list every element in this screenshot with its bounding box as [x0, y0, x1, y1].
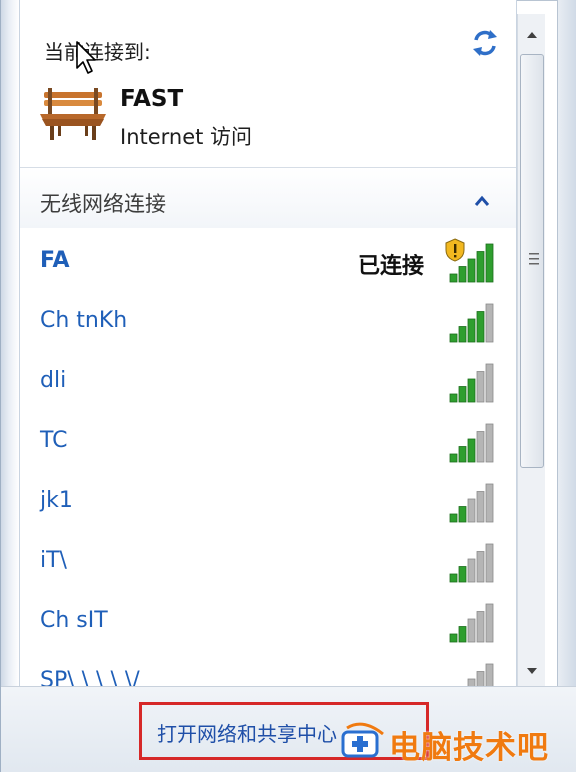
- security-shield-icon: [445, 238, 465, 262]
- network-list-panel: 当前连接到: FAST Internet 访问 无线网络连接 FA 已连接 Ch…: [19, 0, 517, 686]
- network-row[interactable]: TC: [20, 414, 516, 472]
- network-name: dli: [40, 368, 67, 393]
- network-name: TC: [40, 428, 68, 453]
- current-network-access: Internet 访问: [120, 125, 253, 149]
- scroll-up-arrow-icon[interactable]: [518, 26, 546, 44]
- flyout-right-edge: [557, 0, 576, 686]
- signal-strength-icon: [467, 663, 494, 686]
- network-row[interactable]: iT\: [20, 534, 516, 592]
- network-name: jk1: [40, 488, 73, 513]
- network-flyout: 当前连接到: FAST Internet 访问 无线网络连接 FA 已连接 Ch…: [0, 0, 576, 772]
- signal-strength-icon: [449, 483, 494, 523]
- network-connected-status: 已连接: [358, 254, 425, 279]
- watermark: 电脑技术吧: [339, 720, 575, 766]
- scroll-thumb[interactable]: [520, 54, 544, 468]
- signal-strength-icon: [449, 543, 494, 583]
- scroll-grip-icon: [529, 253, 539, 265]
- watermark-text: 电脑技术吧: [389, 730, 549, 766]
- network-row[interactable]: Ch sIT: [20, 594, 516, 652]
- current-network-name: FAST: [120, 86, 184, 112]
- signal-strength-icon: [449, 303, 494, 343]
- collapse-chevron-icon[interactable]: [470, 190, 494, 212]
- mouse-cursor-icon: [76, 41, 96, 74]
- network-name: Ch sIT: [40, 608, 108, 633]
- network-name: SP\ \ \ \ \/: [40, 668, 140, 686]
- scroll-down-arrow-icon[interactable]: [518, 662, 546, 680]
- network-row[interactable]: jk1: [20, 474, 516, 532]
- network-row[interactable]: dli: [20, 354, 516, 412]
- network-name: Ch tnKh: [40, 308, 128, 333]
- network-row[interactable]: Ch tnKh: [20, 294, 516, 352]
- network-name: iT\: [40, 548, 67, 573]
- wireless-section-title: 无线网络连接: [40, 192, 166, 216]
- network-row[interactable]: FA 已连接: [20, 234, 516, 292]
- signal-strength-icon: [449, 603, 494, 643]
- watermark-logo-icon: [341, 722, 384, 758]
- network-name: FA: [40, 248, 70, 273]
- signal-strength-icon: [449, 363, 494, 403]
- vertical-scrollbar[interactable]: [517, 14, 545, 686]
- refresh-icon[interactable]: [468, 26, 502, 60]
- network-row[interactable]: SP\ \ \ \ \/: [20, 654, 516, 686]
- signal-strength-icon: [449, 423, 494, 463]
- public-network-bench-icon: [40, 88, 106, 140]
